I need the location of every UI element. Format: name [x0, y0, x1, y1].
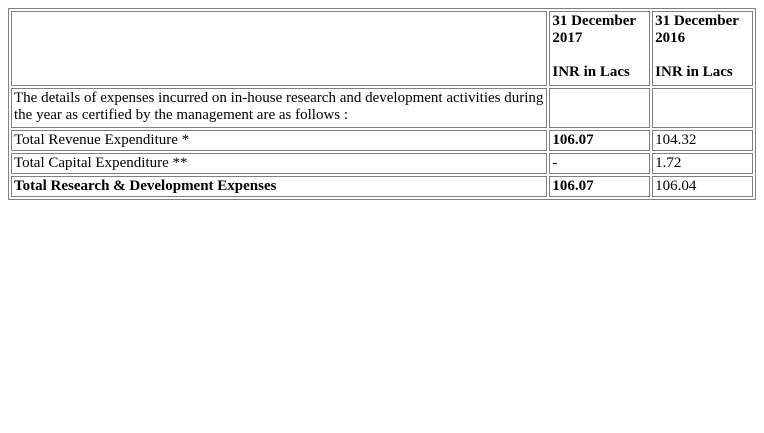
row-value-2017: 106.07 [549, 130, 651, 151]
table-row-revenue-expenditure: Total Revenue Expenditure * 106.07 104.3… [11, 130, 753, 151]
header-2016-date: 31 December [655, 13, 739, 29]
header-row: 31 December 2017 INR in Lacs 31 December… [11, 11, 753, 86]
rnd-expenses-table: 31 December 2017 INR in Lacs 31 December… [8, 8, 756, 200]
header-empty-cell [11, 11, 548, 86]
row-value-2016: 1.72 [652, 153, 753, 174]
rnd-expenses-table-wrapper: 31 December 2017 INR in Lacs 31 December… [8, 8, 756, 200]
row-label: Total Revenue Expenditure * [11, 130, 548, 151]
row-value-2017: - [549, 153, 651, 174]
header-2016-cell: 31 December 2016 INR in Lacs [652, 11, 753, 86]
description-empty-2017 [549, 88, 651, 128]
header-2017-date: 31 December [552, 13, 637, 29]
row-value-2016: 106.04 [652, 176, 753, 197]
header-2016-year: 2016 [655, 30, 686, 46]
row-value-2016: 104.32 [652, 130, 753, 151]
table-row-total-rnd-expenses: Total Research & Development Expenses 10… [11, 176, 753, 197]
header-2017-year: 2017 [552, 30, 583, 46]
description-text: The details of expenses incurred on in-h… [11, 88, 548, 128]
row-label: Total Capital Expenditure ** [11, 153, 548, 174]
description-empty-2016 [652, 88, 753, 128]
header-2017-unit: INR in Lacs [552, 64, 630, 80]
header-2016-unit: INR in Lacs [655, 64, 733, 80]
row-value-2017: 106.07 [549, 176, 651, 197]
table-row-capital-expenditure: Total Capital Expenditure ** - 1.72 [11, 153, 753, 174]
description-row: The details of expenses incurred on in-h… [11, 88, 753, 128]
header-2017-cell: 31 December 2017 INR in Lacs [549, 11, 651, 86]
row-label: Total Research & Development Expenses [11, 176, 548, 197]
